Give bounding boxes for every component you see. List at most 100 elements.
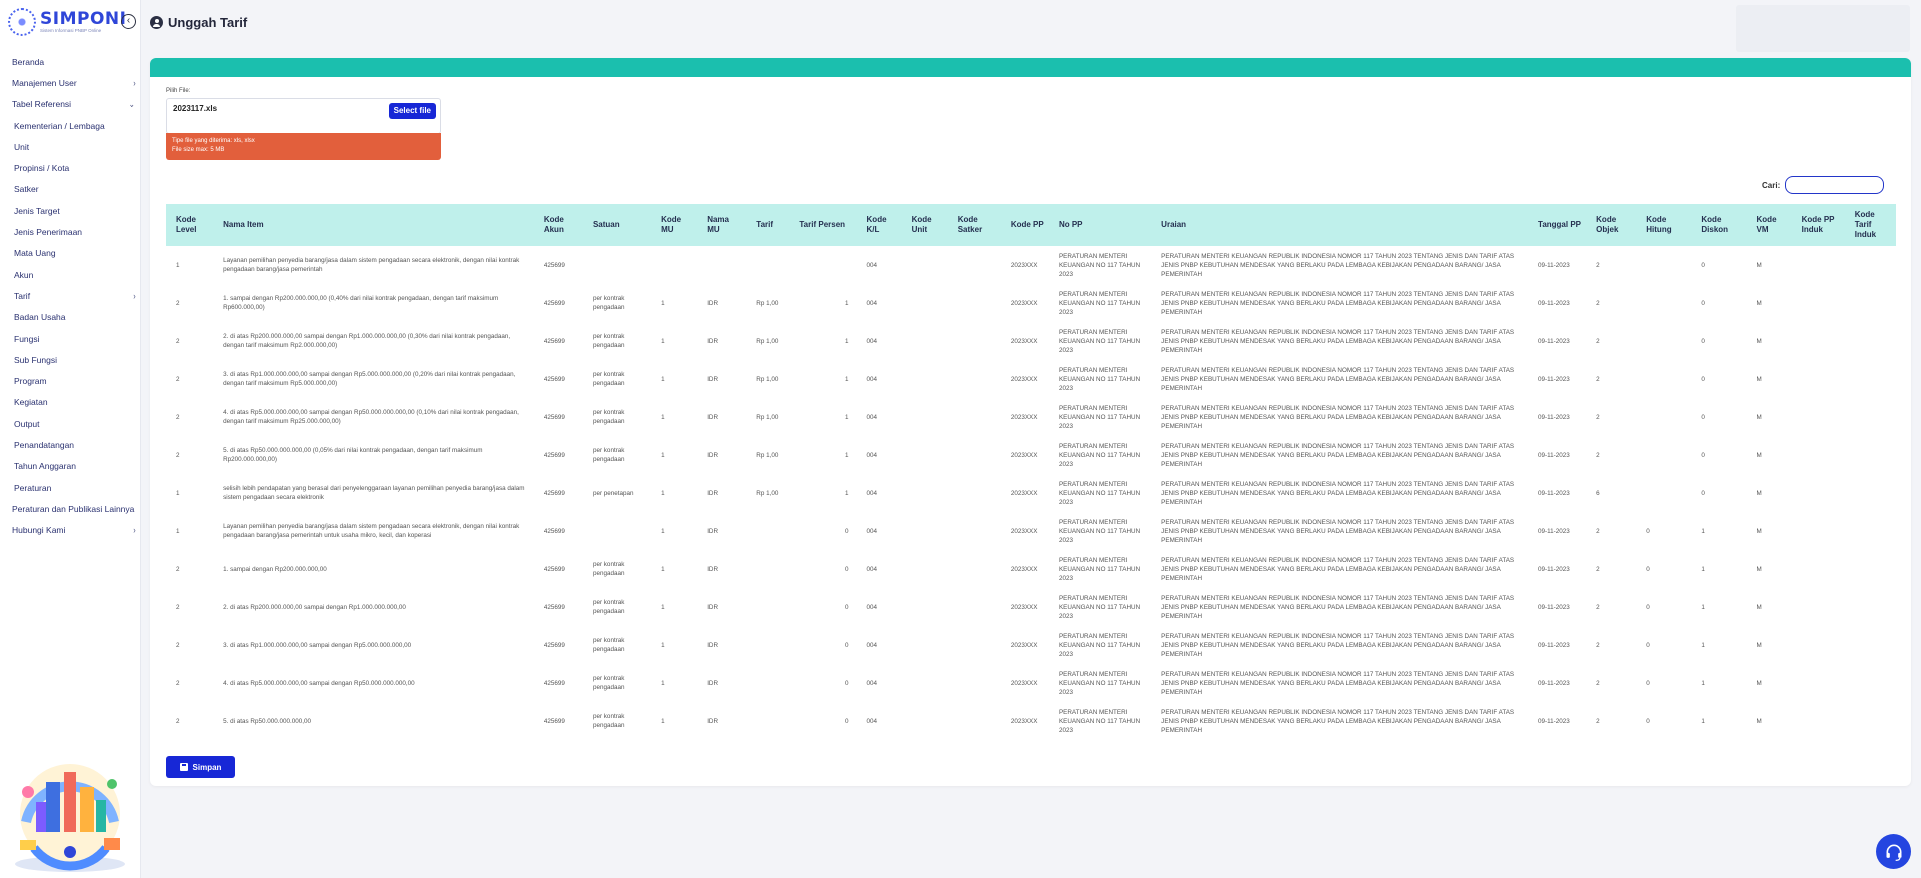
table-row[interactable]: 2 1. sampai dengan Rp200.000.000,00 425699… [166, 550, 1896, 588]
sidebar-item-label: Penandatangan [14, 439, 75, 450]
table-cell: selisih lebih pendapatan yang berasal da… [223, 485, 525, 501]
table-cell: 2 [176, 375, 180, 383]
table-cell: 09-11-2023 [1538, 489, 1570, 497]
help-button[interactable] [1876, 834, 1911, 869]
column-header[interactable]: Kode Level [166, 204, 214, 246]
sidebar-item-label: Tabel Referensi [12, 99, 72, 110]
sidebar-item[interactable]: Badan Usaha [0, 307, 141, 328]
table-row[interactable]: 2 3. di atas Rp1.000.000.000,00 sampai de… [166, 626, 1896, 664]
table-cell: 3. di atas Rp1.000.000.000,00 sampai den… [223, 371, 516, 387]
table-cell [902, 474, 948, 512]
column-header[interactable]: Kode Unit [901, 204, 948, 246]
sidebar-item[interactable]: Kegiatan [0, 392, 141, 413]
table-row[interactable]: 2 3. di atas Rp1.000.000.000,00 sampai de… [166, 360, 1896, 398]
table-row[interactable]: 1 selisih lebih pendapatan yang berasal d… [166, 474, 1896, 512]
sidebar-item[interactable]: Propinsi / Kota [0, 157, 141, 178]
sidebar-item[interactable]: Manajemen User › [0, 72, 141, 93]
table-cell [1636, 284, 1691, 322]
column-header[interactable]: No PP [1048, 204, 1152, 246]
column-header[interactable]: Tarif [746, 204, 790, 246]
sidebar-item[interactable]: Tarif › [0, 285, 141, 306]
sidebar-item[interactable]: Peraturan [0, 477, 141, 498]
table-cell: PERATURAN MENTERI KEUANGAN REPUBLIK INDO… [1161, 594, 1515, 620]
column-header[interactable]: Kode MU [651, 204, 698, 246]
table-cell: 0 [845, 527, 849, 535]
column-header[interactable]: Tarif Persen [789, 204, 857, 246]
column-header[interactable]: Satuan [582, 204, 652, 246]
column-header[interactable]: Kode PP [1000, 204, 1049, 246]
sidebar-item[interactable]: Kementerian / Lembaga [0, 115, 141, 136]
column-header[interactable]: Nama Item [213, 204, 534, 246]
sidebar-item[interactable]: Jenis Penerimaan [0, 221, 141, 242]
column-header[interactable]: Nama MU [697, 204, 747, 246]
table-cell: Rp 1,00 [756, 413, 779, 421]
sidebar-item-label: Beranda [12, 56, 45, 67]
table-row[interactable]: 2 2. di atas Rp200.000.000,00 sampai deng… [166, 322, 1896, 360]
sidebar-item[interactable]: Peraturan dan Publikasi Lainnya [0, 498, 141, 519]
sidebar-item[interactable]: Akun [0, 264, 141, 285]
table-cell: 2 [176, 603, 180, 611]
table-cell: PERATURAN MENTERI KEUANGAN REPUBLIK INDO… [1161, 404, 1515, 430]
table-row[interactable]: 2 4. di atas Rp5.000.000.000,00 sampai de… [166, 398, 1896, 436]
table-cell: PERATURAN MENTERI KEUANGAN NO 117 TAHUN … [1058, 632, 1141, 658]
column-header[interactable]: Kode Akun [533, 204, 583, 246]
sidebar-item[interactable]: Tabel Referensi ⌄ [0, 94, 141, 115]
table-cell [948, 284, 1001, 322]
sidebar-item[interactable]: Sub Fungsi [0, 349, 141, 370]
table-row[interactable]: 1 Layanan pemilihan penyedia barang/jasa … [166, 512, 1896, 550]
table-cell [1792, 398, 1845, 436]
table-cell: 1 [176, 261, 180, 269]
column-header[interactable]: Kode VM [1746, 204, 1792, 246]
save-button[interactable]: Simpan [166, 756, 235, 778]
table-cell: 425699 [543, 299, 565, 307]
table-row[interactable]: 2 4. di atas Rp5.000.000.000,00 sampai de… [166, 664, 1896, 702]
user-profile-area[interactable] [1736, 5, 1910, 52]
column-header[interactable]: Kode Diskon [1691, 204, 1747, 246]
table-cell: PERATURAN MENTERI KEUANGAN NO 117 TAHUN … [1058, 290, 1141, 316]
table-row[interactable]: 1 Layanan pemilihan penyedia barang/jasa … [166, 246, 1896, 284]
column-header[interactable]: Kode Hitung [1636, 204, 1692, 246]
sidebar-item-label: Akun [14, 269, 34, 280]
column-header[interactable]: Tanggal PP [1528, 204, 1587, 246]
sidebar-item[interactable]: Program [0, 370, 141, 391]
column-header[interactable]: Kode PP Induk [1791, 204, 1845, 246]
sidebar-item[interactable]: Tahun Anggaran [0, 456, 141, 477]
column-header[interactable]: Kode Objek [1586, 204, 1637, 246]
table-cell: 0 [1646, 679, 1650, 687]
column-header[interactable]: Kode Satker [947, 204, 1001, 246]
column-header[interactable]: Kode Tarif Induk [1844, 204, 1896, 246]
column-header[interactable]: Kode K/L [856, 204, 902, 246]
sidebar-item[interactable]: Hubungi Kami › [0, 520, 141, 541]
table-row[interactable]: 2 5. di atas Rp50.000.000.000,00 (0,05% d… [166, 436, 1896, 474]
file-picker[interactable]: 2023117.xls Select file [166, 98, 441, 134]
sidebar-item-label: Tahun Anggaran [14, 461, 76, 472]
sidebar-item[interactable]: Satker [0, 179, 141, 200]
sidebar-item[interactable]: Jenis Target [0, 200, 141, 221]
sidebar-item[interactable]: Mata Uang [0, 243, 141, 264]
sidebar-item[interactable]: Fungsi [0, 328, 141, 349]
table-cell [902, 322, 948, 360]
search-input[interactable] [1785, 176, 1885, 194]
table-cell: 2 [1596, 565, 1600, 573]
table-cell: 09-11-2023 [1538, 451, 1570, 459]
table-cell: 004 [866, 451, 878, 459]
column-header[interactable]: Uraian [1151, 204, 1529, 246]
chevron-left-icon[interactable]: ‹ [121, 14, 136, 29]
sidebar-item[interactable]: Output [0, 413, 141, 434]
table-cell: 2 [1596, 337, 1600, 345]
table-cell: 0 [845, 679, 849, 687]
table-cell: 4. di atas Rp5.000.000.000,00 sampai den… [223, 679, 415, 687]
table-cell [789, 246, 856, 284]
table-cell [1636, 246, 1691, 284]
max-size-text: File size max: 5 MB [172, 147, 225, 153]
brand-logo[interactable]: SIMPONI Sistem Informasi PNBP Online [8, 8, 126, 36]
table-row[interactable]: 2 5. di atas Rp50.000.000.000,00 425699 per… [166, 702, 1896, 740]
table-cell: per kontrak pengadaan [592, 637, 625, 653]
sidebar-item[interactable]: Unit [0, 136, 141, 157]
table-row[interactable]: 2 2. di atas Rp200.000.000,00 sampai deng… [166, 588, 1896, 626]
sidebar-item[interactable]: Penandatangan [0, 434, 141, 455]
sidebar-item[interactable]: Beranda [0, 51, 141, 72]
select-file-button[interactable]: Select file [388, 103, 436, 119]
table-row[interactable]: 2 1. sampai dengan Rp200.000.000,00 (0,40… [166, 284, 1896, 322]
table-cell: IDR [707, 375, 719, 383]
